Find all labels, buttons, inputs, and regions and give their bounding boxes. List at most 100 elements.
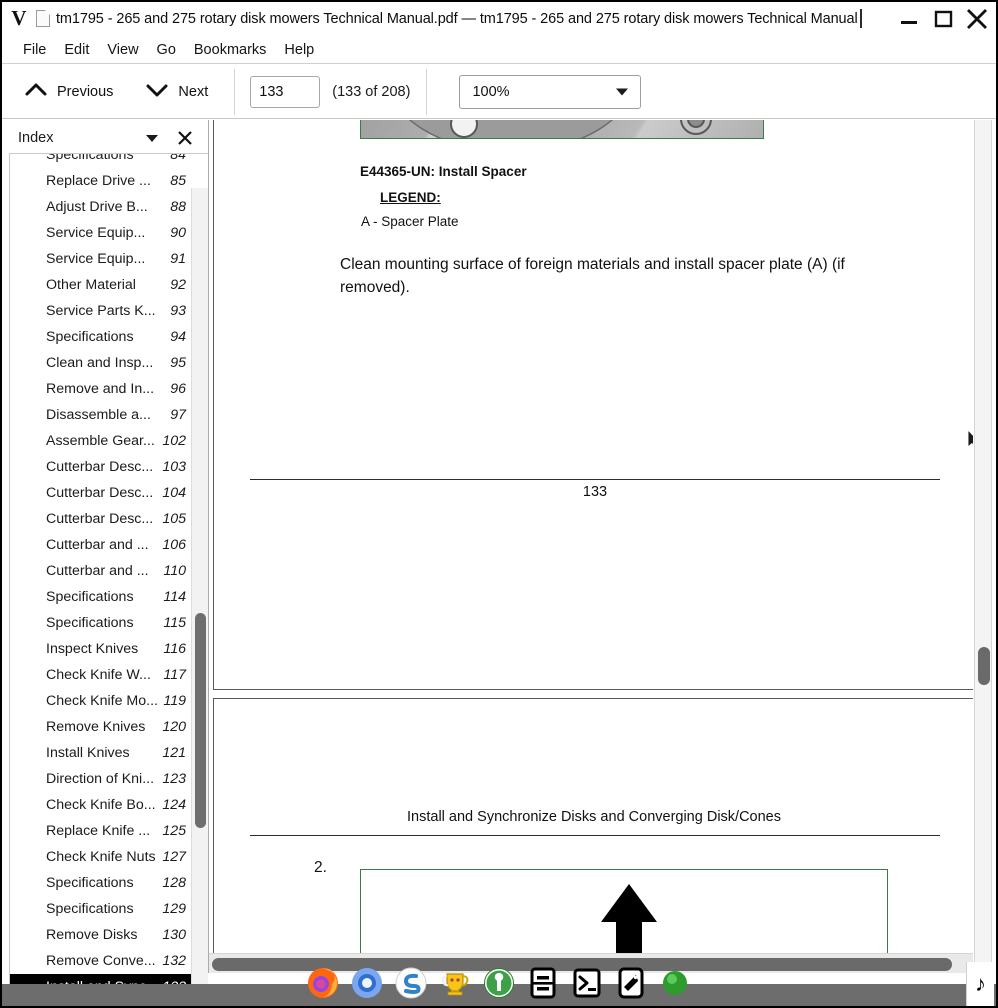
sidebar-title: Index	[18, 130, 54, 146]
previous-label: Previous	[57, 83, 114, 100]
title-bar: V tm1795 - 265 and 275 rotary disk mower…	[2, 2, 996, 36]
menu-bar: File Edit View Go Bookmarks Help	[2, 36, 996, 64]
menu-file[interactable]: File	[14, 40, 55, 60]
chromium-icon[interactable]	[349, 965, 385, 1001]
index-row[interactable]: Clean and Insp... 95	[10, 350, 192, 376]
document-scroll-area[interactable]: A E44365-UN: Install Spacer LEGEND: A - …	[208, 120, 973, 973]
index-row-page: 92	[170, 277, 186, 293]
index-row-page: 88	[170, 199, 186, 215]
zoom-level-select[interactable]: 100%	[459, 74, 642, 109]
trophy-icon[interactable]	[437, 965, 473, 1001]
figure-install-spacer: A	[360, 120, 764, 139]
menu-help[interactable]: Help	[275, 40, 323, 60]
close-sidebar-icon[interactable]	[176, 129, 194, 147]
menu-go[interactable]: Go	[148, 40, 185, 60]
index-row-page: 85	[170, 173, 186, 189]
minimize-icon[interactable]	[894, 4, 924, 34]
index-row[interactable]: Remove Conve... 132	[10, 948, 192, 974]
index-row[interactable]: Specifications 94	[10, 324, 192, 350]
firefox-icon[interactable]	[305, 965, 341, 1001]
sigil-icon[interactable]	[393, 965, 429, 1001]
sidebar-header: Index	[2, 120, 208, 156]
index-row[interactable]: Replace Knife ... 125	[10, 818, 192, 844]
index-row[interactable]: Cutterbar and ... 110	[10, 558, 192, 584]
music-note-icon[interactable]: ♪	[966, 962, 994, 1006]
index-row[interactable]: Service Parts K... 93	[10, 298, 192, 324]
index-row-page: 129	[162, 901, 186, 917]
index-scrollbar-thumb[interactable]	[195, 613, 206, 828]
index-row-page: 121	[162, 745, 186, 761]
index-scrollbar-track[interactable]	[191, 188, 208, 989]
status-orb-icon[interactable]	[657, 965, 693, 1001]
index-row[interactable]: Service Equip... 91	[10, 246, 192, 272]
index-row-label: Other Material	[46, 277, 136, 293]
index-row-label: Install Knives	[46, 745, 130, 761]
page-number-input[interactable]	[250, 75, 321, 108]
index-row[interactable]: Assemble Gear... 102	[10, 428, 192, 454]
index-row[interactable]: Specifications 115	[10, 610, 192, 636]
index-list-container[interactable]: Specifications 84 Replace Drive ... 85 Adjus…	[9, 153, 208, 990]
tag-icon[interactable]	[613, 965, 649, 1001]
index-row[interactable]: Other Material 92	[10, 272, 192, 298]
index-row[interactable]: Check Knife W... 117	[10, 662, 192, 688]
files-icon[interactable]	[525, 965, 561, 1001]
index-row[interactable]: Remove Disks 130	[10, 922, 192, 948]
maximize-icon[interactable]	[928, 4, 958, 34]
index-row-page: 123	[162, 771, 186, 787]
index-row-label: Cutterbar and ...	[46, 537, 149, 553]
index-row[interactable]: Specifications 114	[10, 584, 192, 610]
terminal-icon[interactable]	[569, 965, 605, 1001]
running-head: Install and Synchronize Disks and Conver…	[407, 809, 781, 825]
index-row[interactable]: Check Knife Bo... 124	[10, 792, 192, 818]
menu-edit[interactable]: Edit	[55, 40, 98, 60]
menu-bookmarks[interactable]: Bookmarks	[185, 40, 276, 60]
next-page-button[interactable]: Next	[135, 78, 218, 106]
index-row[interactable]: Specifications 128	[10, 870, 192, 896]
index-row[interactable]: Install Knives 121	[10, 740, 192, 766]
chevron-up-icon	[24, 82, 48, 102]
index-row[interactable]: Check Knife Nuts 127	[10, 844, 192, 870]
index-row[interactable]: Cutterbar Desc... 103	[10, 454, 192, 480]
pdf-viewer-window: V tm1795 - 265 and 275 rotary disk mower…	[0, 0, 998, 1008]
index-row[interactable]: Replace Drive ... 85	[10, 168, 192, 194]
index-row-page: 95	[170, 355, 186, 371]
index-row-label: Cutterbar Desc...	[46, 485, 154, 501]
document-vertical-scrollbar[interactable]	[974, 120, 992, 973]
index-row[interactable]: Specifications 129	[10, 896, 192, 922]
index-row-page: 93	[170, 303, 186, 319]
index-row-label: Specifications	[46, 875, 134, 891]
close-icon[interactable]	[962, 4, 992, 34]
index-row-label: Specifications	[46, 615, 134, 631]
index-row[interactable]: Remove Knives 120	[10, 714, 192, 740]
chevron-down-icon[interactable]	[146, 134, 158, 142]
menu-view[interactable]: View	[98, 40, 147, 60]
index-row[interactable]: Remove and In... 96	[10, 376, 192, 402]
index-row[interactable]: Check Knife Mo... 119	[10, 688, 192, 714]
index-row-label: Inspect Knives	[46, 641, 139, 657]
index-row[interactable]: Direction of Kni... 123	[10, 766, 192, 792]
index-row-label: Specifications	[46, 329, 134, 345]
index-row[interactable]: Cutterbar and ... 106	[10, 532, 192, 558]
window-title: tm1795 - 265 and 275 rotary disk mowers …	[56, 10, 858, 27]
document-page-133: A E44365-UN: Install Spacer LEGEND: A - …	[213, 120, 973, 690]
index-row[interactable]: Adjust Drive B... 88	[10, 194, 192, 220]
index-row[interactable]: Cutterbar Desc... 104	[10, 480, 192, 506]
previous-page-button[interactable]: Previous	[14, 78, 123, 106]
index-row-label: Cutterbar and ...	[46, 563, 149, 579]
index-row-label: Check Knife Mo...	[46, 693, 158, 709]
document-vscroll-thumb[interactable]	[978, 647, 990, 685]
index-row-label: Specifications	[46, 901, 134, 917]
index-row[interactable]: Inspect Knives 116	[10, 636, 192, 662]
gimp-tool-icon[interactable]	[481, 965, 517, 1001]
index-row-page: 103	[162, 459, 186, 475]
index-row-page: 128	[162, 875, 186, 891]
zoom-level-value: 100%	[472, 83, 510, 100]
index-row-label: Clean and Insp...	[46, 355, 154, 371]
index-row[interactable]: Service Equip... 90	[10, 220, 192, 246]
index-row[interactable]: Specifications 84	[10, 154, 192, 168]
index-row[interactable]: Disassemble a... 97	[10, 402, 192, 428]
page-count-label: (133 of 208)	[332, 83, 411, 100]
figure-caption: E44365-UN: Install Spacer	[360, 164, 527, 179]
index-row-label: Check Knife Nuts	[46, 849, 156, 865]
index-row[interactable]: Cutterbar Desc... 105	[10, 506, 192, 532]
